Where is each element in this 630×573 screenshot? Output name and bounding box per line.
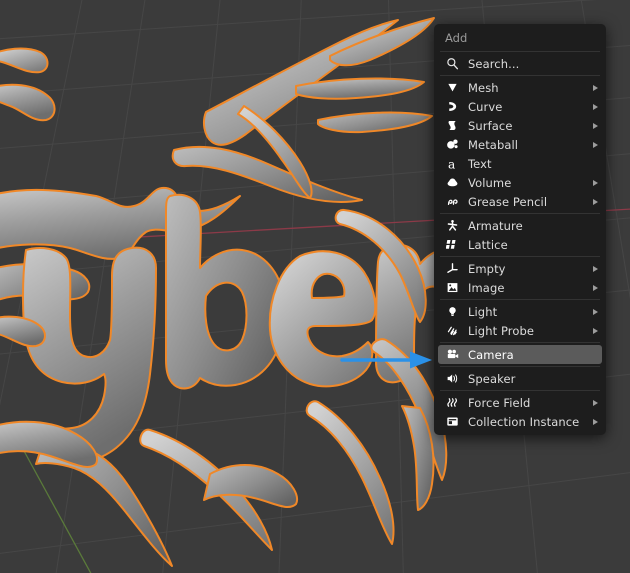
submenu-arrow-icon <box>593 308 598 315</box>
curve-icon <box>444 99 461 114</box>
menu-item-force-field[interactable]: Force Field <box>438 393 602 412</box>
menu-item-search[interactable]: Search... <box>438 54 602 73</box>
force-field-icon <box>444 395 461 410</box>
light-probe-icon <box>444 323 461 338</box>
submenu-arrow-icon <box>593 399 598 406</box>
add-menu-panel[interactable]: Add Search... Mesh Curve Surface Metabal… <box>434 24 606 435</box>
menu-item-label: Text <box>468 156 492 171</box>
light-icon <box>444 304 461 319</box>
menu-separator <box>440 299 600 300</box>
menu-item-grease-pencil[interactable]: Grease Pencil <box>438 192 602 211</box>
menu-item-light-probe[interactable]: Light Probe <box>438 321 602 340</box>
menu-item-volume[interactable]: Volume <box>438 173 602 192</box>
annotation-arrow <box>340 351 432 369</box>
menu-item-empty[interactable]: Empty <box>438 259 602 278</box>
menu-item-mesh[interactable]: Mesh <box>438 78 602 97</box>
empty-icon <box>444 261 461 276</box>
submenu-arrow-icon <box>593 103 598 110</box>
menu-item-surface[interactable]: Surface <box>438 116 602 135</box>
submenu-arrow-icon <box>593 84 598 91</box>
svg-text:a: a <box>448 157 455 171</box>
menu-item-metaball[interactable]: Metaball <box>438 135 602 154</box>
menu-item-label: Lattice <box>468 237 508 252</box>
menu-separator <box>440 390 600 391</box>
menu-separator <box>440 51 600 52</box>
menu-separator <box>440 213 600 214</box>
menu-item-label: Search... <box>468 56 520 71</box>
menu-item-label: Force Field <box>468 395 531 410</box>
menu-item-label: Mesh <box>468 80 499 95</box>
menu-item-label: Camera <box>468 347 514 362</box>
menu-item-label: Light Probe <box>468 323 535 338</box>
surface-icon <box>444 118 461 133</box>
submenu-arrow-icon <box>593 179 598 186</box>
menu-item-light[interactable]: Light <box>438 302 602 321</box>
submenu-arrow-icon <box>593 198 598 205</box>
metaball-icon <box>444 137 461 152</box>
menu-item-image[interactable]: Image <box>438 278 602 297</box>
submenu-arrow-icon <box>593 265 598 272</box>
armature-icon <box>444 218 461 233</box>
submenu-arrow-icon <box>593 122 598 129</box>
menu-item-label: Surface <box>468 118 513 133</box>
menu-separator <box>440 75 600 76</box>
menu-item-label: Light <box>468 304 498 319</box>
menu-title: Add <box>445 31 468 45</box>
menu-separator <box>440 366 600 367</box>
menu-item-label: Metaball <box>468 137 519 152</box>
menu-item-lattice[interactable]: Lattice <box>438 235 602 254</box>
menu-item-camera[interactable]: Camera <box>438 345 602 364</box>
submenu-arrow-icon <box>593 141 598 148</box>
menu-item-speaker[interactable]: Speaker <box>438 369 602 388</box>
menu-item-armature[interactable]: Armature <box>438 216 602 235</box>
menu-item-curve[interactable]: Curve <box>438 97 602 116</box>
menu-item-label: Collection Instance <box>468 414 580 429</box>
menu-separator <box>440 342 600 343</box>
menu-item-label: Armature <box>468 218 523 233</box>
submenu-arrow-icon <box>593 284 598 291</box>
text-icon: a <box>444 156 461 171</box>
menu-item-text[interactable]: a Text <box>438 154 602 173</box>
menu-separator <box>440 256 600 257</box>
camera-icon <box>444 347 461 362</box>
menu-item-label: Grease Pencil <box>468 194 548 209</box>
menu-item-collection-instance[interactable]: Collection Instance <box>438 412 602 431</box>
grease-pencil-icon <box>444 194 461 209</box>
speaker-icon <box>444 371 461 386</box>
volume-icon <box>444 175 461 190</box>
blender-screenshot: Add Search... Mesh Curve Surface Metabal… <box>0 0 630 573</box>
search-icon <box>444 56 461 71</box>
collection-instance-icon <box>444 414 461 429</box>
menu-item-label: Volume <box>468 175 512 190</box>
menu-item-label: Empty <box>468 261 506 276</box>
menu-item-label: Speaker <box>468 371 516 386</box>
submenu-arrow-icon <box>593 327 598 334</box>
menu-item-label: Image <box>468 280 505 295</box>
lattice-icon <box>444 237 461 252</box>
menu-item-label: Curve <box>468 99 503 114</box>
submenu-arrow-icon <box>593 418 598 425</box>
mesh-icon <box>444 80 461 95</box>
image-icon <box>444 280 461 295</box>
